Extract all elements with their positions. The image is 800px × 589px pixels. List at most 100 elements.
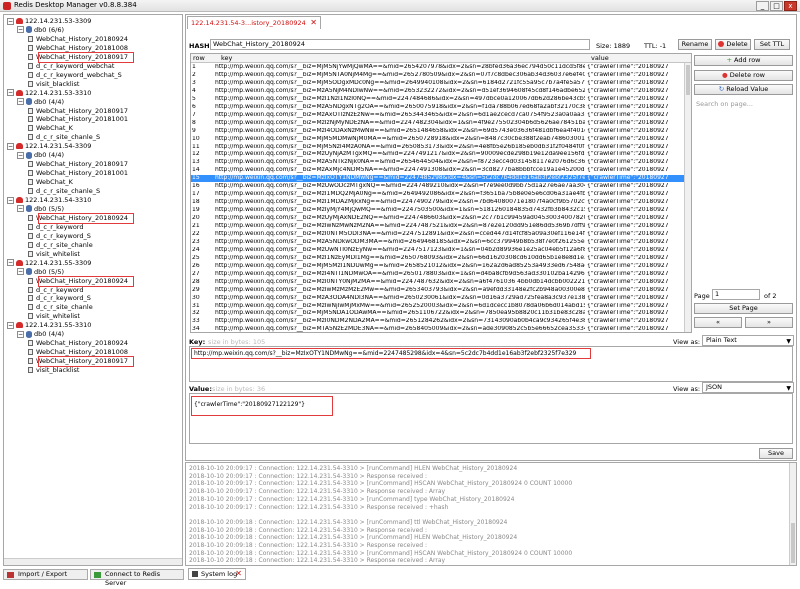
table-row[interactable]: 34 http://mp.weixin.qq.com/s?__biz=MTA5Nz…: [191, 326, 685, 332]
table-row[interactable]: 2 http://mp.weixin.qq.com/s?__biz=MjM5NTA…: [191, 72, 685, 79]
page-input[interactable]: 1: [712, 289, 760, 300]
table-row[interactable]: 28 http://mp.weixin.qq.com/s?__biz=MzI0NT…: [191, 279, 685, 286]
add-row-button[interactable]: + Add row: [694, 55, 793, 66]
table-row[interactable]: 20 http://mp.weixin.qq.com/s?__biz=MzUyMj…: [191, 215, 685, 222]
tree-item-server[interactable]: − 122.14.231.55-3310: [7, 321, 91, 330]
tree-item-key[interactable]: WebChat_History_20180917: [28, 160, 128, 169]
tab-key-view[interactable]: 122.14.231.54-3...istory_20180924 ✕: [187, 16, 321, 29]
table-row[interactable]: 18 http://mp.weixin.qq.com/s?__biz=MzI1MD…: [191, 199, 685, 206]
table-row[interactable]: 26 http://mp.weixin.qq.com/s?__biz=MjM5Mz…: [191, 263, 685, 270]
collapse-toggle-icon[interactable]: −: [7, 142, 14, 150]
collapse-toggle-icon[interactable]: −: [17, 151, 24, 159]
rename-button[interactable]: Rename: [678, 39, 712, 50]
search-on-page-input[interactable]: Search on page...: [694, 99, 793, 109]
table-row[interactable]: 3 http://mp.weixin.qq.com/s?__biz=MjM5ODg…: [191, 80, 685, 87]
table-row[interactable]: 7 http://mp.weixin.qq.com/s?__biz=MzAxOTI…: [191, 112, 685, 119]
set-page-button[interactable]: Set Page: [694, 303, 793, 314]
table-row[interactable]: 24 http://mp.weixin.qq.com/s?__biz=MzUwNT…: [191, 247, 685, 254]
table-row[interactable]: 10 http://mp.weixin.qq.com/s?__biz=MjM5MD…: [191, 136, 685, 143]
log-scroll-thumb[interactable]: [791, 523, 795, 563]
table-row[interactable]: 19 http://mp.weixin.qq.com/s?__biz=MzIyMj…: [191, 207, 685, 214]
tab-close-icon[interactable]: ✕: [310, 17, 317, 29]
table-row[interactable]: 5 http://mp.weixin.qq.com/s?__biz=MzI1NzI…: [191, 96, 685, 103]
value-view-as-select[interactable]: JSON ▼: [702, 382, 794, 393]
tree-item-key[interactable]: d_c_r_keyword: [28, 223, 83, 232]
system-log-close-icon[interactable]: ✕: [235, 569, 242, 579]
tree-item-key[interactable]: WebChat_K: [28, 124, 73, 133]
table-row[interactable]: 6 http://mp.weixin.qq.com/s?__biz=MzA5NDg…: [191, 104, 685, 111]
tree-item-db[interactable]: − db0 (4/4): [17, 330, 64, 339]
table-row[interactable]: 29 http://mp.weixin.qq.com/s?__biz=MzIwMz…: [191, 287, 685, 294]
collapse-toggle-icon[interactable]: −: [17, 330, 24, 338]
table-row[interactable]: 25 http://mp.weixin.qq.com/s?__biz=MzI1Nz…: [191, 255, 685, 262]
collapse-toggle-icon[interactable]: −: [7, 321, 14, 329]
tree-item-key[interactable]: WebChat_K: [28, 178, 73, 187]
set-ttl-button[interactable]: Set TTL: [754, 39, 790, 50]
table-row[interactable]: 9 http://mp.weixin.qq.com/s?__biz=MzI4ODA…: [191, 128, 685, 135]
tree-item-key[interactable]: d_c_r_keyword: [28, 286, 83, 295]
table-row[interactable]: 1 http://mp.weixin.qq.com/s?__biz=MjM5NjY…: [191, 64, 685, 71]
collapse-toggle-icon[interactable]: −: [17, 205, 24, 213]
tree-item-key[interactable]: WebChat_History_20181001: [28, 115, 128, 124]
collapse-toggle-icon[interactable]: −: [7, 89, 14, 97]
collapse-toggle-icon[interactable]: −: [17, 98, 24, 106]
table-row[interactable]: 15 http://mp.weixin.qq.com/s?__biz=MzIxOT…: [191, 175, 685, 183]
tree-item-key[interactable]: visit_blacklist: [28, 80, 79, 89]
tree-item-db[interactable]: − db0 (4/4): [17, 151, 64, 160]
tree-item-key[interactable]: d_c_r_keyword_S: [28, 232, 91, 241]
maximize-button[interactable]: □: [770, 1, 783, 11]
tree-item-key[interactable]: WebChat_History_20180924: [28, 339, 128, 348]
tree-item-server[interactable]: − 122.14.231.55-3309: [7, 259, 91, 268]
tree-item-key[interactable]: d_c_r_site_chanle_S: [28, 133, 100, 142]
reload-value-button[interactable]: ↻ Reload Value: [694, 84, 793, 95]
tree-item-db[interactable]: − db0 (4/4): [17, 98, 64, 107]
table-row[interactable]: 30 http://mp.weixin.qq.com/s?__biz=MzA3OD…: [191, 295, 685, 302]
collapse-toggle-icon[interactable]: −: [7, 196, 14, 204]
connect-button[interactable]: Connect to Redis Server: [90, 569, 184, 587]
table-row[interactable]: 16 http://mp.weixin.qq.com/s?__biz=MzUwOD…: [191, 183, 685, 190]
table-row[interactable]: 4 http://mp.weixin.qq.com/s?__biz=MzA5NjM…: [191, 88, 685, 95]
table-row[interactable]: 14 http://mp.weixin.qq.com/s?__biz=MzAxMj…: [191, 167, 685, 174]
table-row[interactable]: 17 http://mp.weixin.qq.com/s?__biz=MzI1MD…: [191, 191, 685, 198]
collapse-toggle-icon[interactable]: −: [7, 17, 14, 25]
table-row[interactable]: 22 http://mp.weixin.qq.com/s?__biz=MzI0NT…: [191, 231, 685, 238]
next-page-button[interactable]: »: [745, 317, 793, 328]
collapse-toggle-icon[interactable]: −: [17, 26, 24, 34]
tree-item-server[interactable]: − 122.14.231.54-3310: [7, 196, 91, 205]
table-row[interactable]: 21 http://mp.weixin.qq.com/s?__biz=MzIwNz…: [191, 223, 685, 230]
table-scroll-thumb[interactable]: [686, 65, 690, 95]
tree-item-key[interactable]: d_c_r_keyword_webchat_S: [28, 71, 122, 80]
tree-item-key[interactable]: d_c_r_site_chanle: [28, 241, 93, 250]
key-name-field[interactable]: WebChat_History_20180924: [210, 39, 590, 50]
table-row[interactable]: 32 http://mp.weixin.qq.com/s?__biz=MjM5ND…: [191, 310, 685, 317]
prev-page-button[interactable]: «: [694, 317, 742, 328]
import-export-button[interactable]: Import / Export: [3, 569, 88, 580]
key-view-as-select[interactable]: Plain Text ▼: [702, 335, 794, 346]
tree-item-key[interactable]: d_c_r_keyword_webchat: [28, 62, 114, 71]
table-row[interactable]: 23 http://mp.weixin.qq.com/s?__biz=MzA5ND…: [191, 239, 685, 246]
tree-scrollbar[interactable]: [4, 558, 182, 565]
tree-item-key[interactable]: WebChat_History_20180924: [28, 35, 128, 44]
tree-item-server[interactable]: − 122.14.231.53-3310: [7, 89, 91, 98]
tree-item-key[interactable]: d_c_r_site_chanle_S: [28, 187, 100, 196]
table-row[interactable]: 11 http://mp.weixin.qq.com/s?__biz=MjM5Nz…: [191, 144, 685, 151]
tree-item-key[interactable]: visit_whitelist: [28, 312, 80, 321]
tree-item-key[interactable]: d_c_r_site_chanle: [28, 303, 93, 312]
tree-item-key[interactable]: visit_blacklist: [28, 366, 79, 375]
table-row[interactable]: 8 http://mp.weixin.qq.com/s?__biz=MzIzNjM…: [191, 120, 685, 127]
tree-item-db[interactable]: − db0 (6/6): [17, 26, 64, 35]
table-row[interactable]: 33 http://mp.weixin.qq.com/s?__biz=MzI0ND…: [191, 318, 685, 325]
collapse-toggle-icon[interactable]: −: [17, 268, 24, 276]
table-row[interactable]: 27 http://mp.weixin.qq.com/s?__biz=MzI4NT…: [191, 271, 685, 278]
tree-item-server[interactable]: − 122.14.231.54-3309: [7, 142, 91, 151]
minimize-button[interactable]: _: [756, 1, 769, 11]
table-row[interactable]: 31 http://mp.weixin.qq.com/s?__biz=MzIwNj…: [191, 303, 685, 310]
tree-item-key[interactable]: WebChat_History_20181001: [28, 169, 128, 178]
tab-system-log[interactable]: System log ✕: [188, 568, 246, 580]
table-scrollbar[interactable]: [684, 63, 691, 332]
save-button[interactable]: Save: [759, 448, 793, 459]
delete-row-button[interactable]: ● Delete row: [694, 70, 793, 81]
log-scrollbar[interactable]: [789, 463, 796, 565]
tree-item-key[interactable]: visit_whitelist: [28, 250, 80, 259]
close-button[interactable]: x: [784, 1, 797, 11]
